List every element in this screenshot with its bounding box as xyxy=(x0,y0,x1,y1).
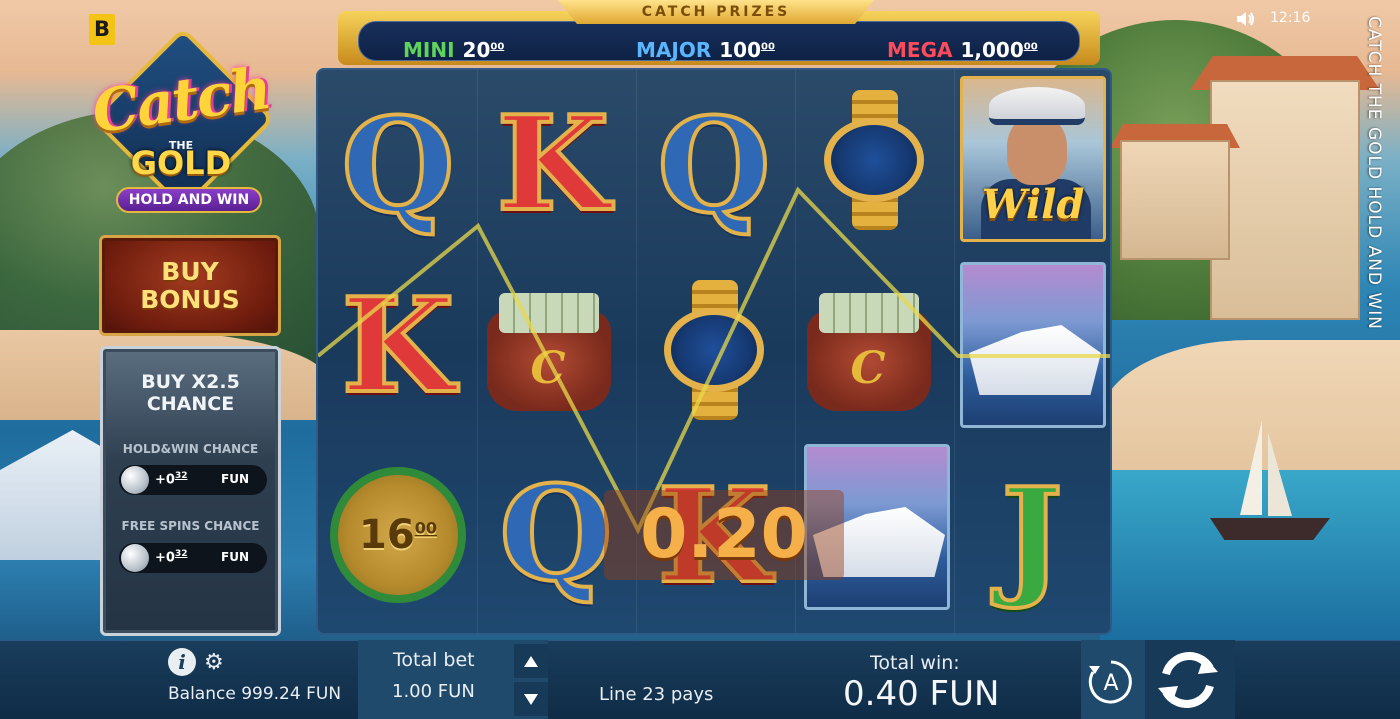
cash-bag-icon: C xyxy=(481,283,616,413)
watch-icon xyxy=(814,90,934,230)
sailboat xyxy=(1210,420,1330,550)
bet-increase-button[interactable] xyxy=(514,644,548,678)
clock: 12:16 xyxy=(1270,10,1311,26)
line-pays-text: Line 23 pays xyxy=(599,684,714,705)
svg-text:A: A xyxy=(1103,671,1118,696)
mega-label: MEGA xyxy=(887,38,953,62)
sail xyxy=(1240,420,1262,515)
symbol-cash-bag: C xyxy=(478,268,618,428)
house xyxy=(1120,140,1230,260)
total-bet-label: Total bet xyxy=(393,649,475,671)
watch-icon xyxy=(654,280,774,420)
free-spins-chance-price: +032 xyxy=(155,549,188,566)
buy-bonus-button[interactable]: BUY BONUS xyxy=(99,235,281,336)
buy-bonus-line2: BONUS xyxy=(140,285,240,314)
catch-prizes-title: CATCH PRIZES xyxy=(558,0,874,24)
prize-bar-inner: MINI 2000 MAJOR 10000 MEGA 1,00000 xyxy=(358,21,1080,62)
boat-hull xyxy=(1210,518,1330,540)
cash-bag-icon: C xyxy=(801,283,936,413)
chance-title: BUY X2.5 CHANCE xyxy=(103,371,278,415)
free-spins-chance-toggle[interactable]: +032 FUN xyxy=(119,543,267,573)
wild-label: Wild xyxy=(981,181,1085,228)
symbol-j: J xyxy=(999,459,1064,612)
coin-value: 1600 xyxy=(359,512,437,558)
gear-icon[interactable]: ⚙ xyxy=(204,652,224,674)
captain-hat-icon xyxy=(989,87,1085,125)
mega-amount: 1,00000 xyxy=(960,38,1038,62)
major-prize: MAJOR 10000 xyxy=(636,38,775,62)
symbol-cash-bag: C xyxy=(798,268,938,428)
autoplay-icon[interactable]: A xyxy=(1087,658,1135,706)
symbol-k: K xyxy=(495,87,612,240)
buy-bonus-line1: BUY xyxy=(161,257,219,286)
total-win-value: 0.40 FUN xyxy=(843,674,1000,714)
symbol-gold-watch xyxy=(804,80,944,240)
symbol-wild: Wild xyxy=(960,76,1106,242)
buy-chance-panel: BUY X2.5 CHANCE HOLD&WIN CHANCE +032 FUN… xyxy=(100,346,281,636)
hold-win-chance-price: +032 xyxy=(155,471,188,488)
symbol-q: Q xyxy=(655,89,772,242)
reel-separator xyxy=(954,70,955,633)
info-icon[interactable]: i xyxy=(168,648,196,676)
game-logo: Catch THE GOLD HOLD AND WIN xyxy=(68,27,294,216)
vertical-game-title: CATCH THE GOLD HOLD AND WIN xyxy=(1364,16,1384,330)
symbol-gold-watch xyxy=(644,270,784,430)
symbol-yacht xyxy=(960,262,1106,428)
logo-gold-text: GOLD xyxy=(130,144,232,182)
arrow-up-icon xyxy=(524,656,538,667)
total-win-label: Total win: xyxy=(870,652,960,674)
chance-title-line1: BUY X2.5 xyxy=(141,371,240,393)
major-label: MAJOR xyxy=(636,38,712,62)
mini-prize: MINI 2000 xyxy=(403,38,504,62)
yacht-icon xyxy=(969,325,1101,395)
speaker-icon[interactable] xyxy=(1236,10,1256,28)
brand-badge: B xyxy=(89,14,115,45)
symbol-coin: 1600 xyxy=(328,455,468,615)
mini-amount: 2000 xyxy=(462,38,505,62)
arrow-down-icon xyxy=(524,694,538,705)
free-spins-chance-currency: FUN xyxy=(221,550,249,564)
spin-icon[interactable] xyxy=(1152,646,1224,714)
sail xyxy=(1268,432,1292,516)
chance-title-line2: CHANCE xyxy=(146,393,235,415)
coin-icon: 1600 xyxy=(330,467,466,603)
hold-win-chance-toggle[interactable]: +032 FUN xyxy=(119,465,267,495)
toggle-knob xyxy=(121,466,149,494)
toggle-knob xyxy=(121,544,149,572)
total-bet-value: 1.00 FUN xyxy=(392,681,475,702)
logo-subtitle: HOLD AND WIN xyxy=(116,187,262,213)
bet-decrease-button[interactable] xyxy=(514,682,548,716)
mega-prize: MEGA 1,00000 xyxy=(887,38,1038,62)
major-amount: 10000 xyxy=(719,38,775,62)
villa xyxy=(1210,80,1360,320)
balance: Balance 999.24 FUN xyxy=(168,684,342,704)
reel-win-amount: 0.20 xyxy=(604,490,844,580)
symbol-q: Q xyxy=(339,89,456,242)
hold-win-chance-label: HOLD&WIN CHANCE xyxy=(122,442,259,456)
symbol-k: K xyxy=(340,269,457,422)
free-spins-chance-label: FREE SPINS CHANCE xyxy=(121,519,260,533)
mini-label: MINI xyxy=(403,38,455,62)
hold-win-chance-currency: FUN xyxy=(221,472,249,486)
